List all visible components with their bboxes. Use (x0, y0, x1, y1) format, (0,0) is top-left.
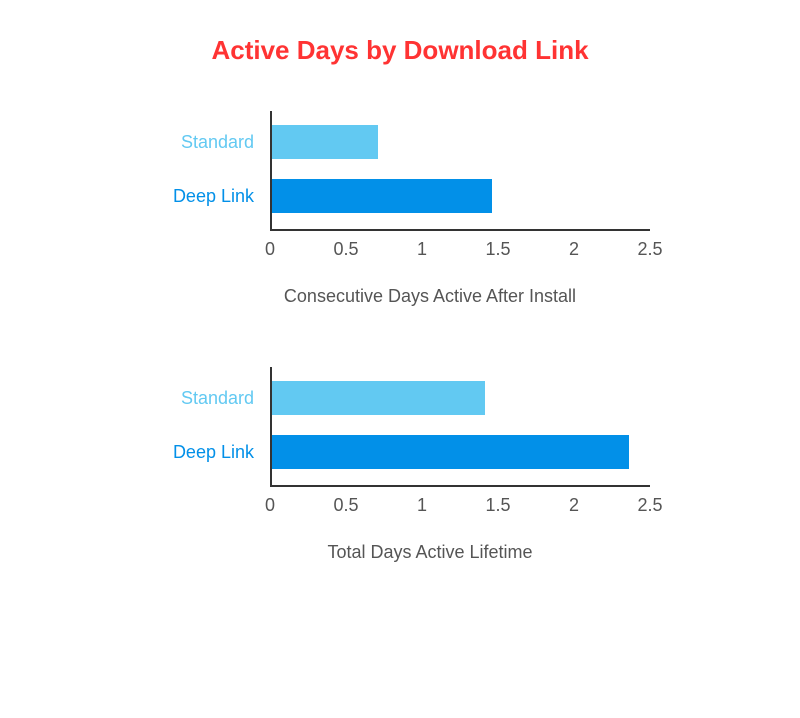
x-tick: 1.5 (485, 495, 510, 516)
chart-consecutive-days: Standard Deep Link 0 0.5 1 1.5 2 2.5 Con… (80, 111, 720, 307)
x-axis: 0 0.5 1 1.5 2 2.5 (270, 487, 650, 517)
bar-deeplink (272, 435, 629, 469)
category-label-standard: Standard (181, 381, 272, 415)
x-tick: 1 (417, 495, 427, 516)
category-label-deeplink: Deep Link (173, 435, 272, 469)
x-tick: 2.5 (637, 239, 662, 260)
x-axis: 0 0.5 1 1.5 2 2.5 (270, 231, 650, 261)
x-tick: 2 (569, 239, 579, 260)
bar-standard (272, 125, 378, 159)
category-label-deeplink: Deep Link (173, 179, 272, 213)
x-tick: 2 (569, 495, 579, 516)
x-tick: 1.5 (485, 239, 510, 260)
bar-standard (272, 381, 485, 415)
chart-subtitle: Total Days Active Lifetime (140, 542, 720, 563)
plot-area: Standard Deep Link (270, 111, 650, 231)
x-tick: 0.5 (333, 495, 358, 516)
plot-area: Standard Deep Link (270, 367, 650, 487)
x-tick: 0.5 (333, 239, 358, 260)
category-label-standard: Standard (181, 125, 272, 159)
x-tick: 0 (265, 495, 275, 516)
x-tick: 1 (417, 239, 427, 260)
bar-deeplink (272, 179, 492, 213)
x-tick: 2.5 (637, 495, 662, 516)
chart-total-days: Standard Deep Link 0 0.5 1 1.5 2 2.5 Tot… (80, 367, 720, 563)
chart-title: Active Days by Download Link (80, 35, 720, 66)
chart-subtitle: Consecutive Days Active After Install (140, 286, 720, 307)
x-tick: 0 (265, 239, 275, 260)
